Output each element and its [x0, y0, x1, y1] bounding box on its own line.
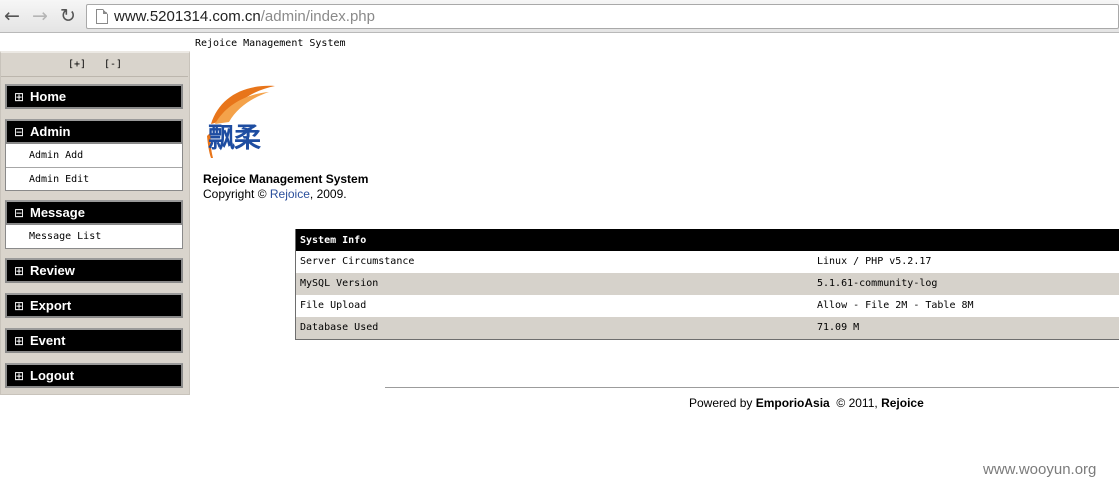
url-text[interactable]: www.5201314.com.cn/admin/index.php	[114, 8, 375, 26]
collapse-all-link[interactable]: [-]	[104, 59, 122, 70]
table-row: File Upload Allow - File 2M - Table 8M	[296, 295, 1119, 317]
url-path: /admin/index.php	[260, 8, 375, 25]
menu-export-label: Export	[30, 298, 72, 313]
table-row: MySQL Version 5.1.61-community-log	[296, 273, 1119, 295]
table-row: Database Used 71.09 M	[296, 317, 1119, 339]
menu-message[interactable]: ⊟ Message	[5, 200, 183, 225]
system-name: Rejoice Management System	[203, 172, 369, 186]
menu-message-label: Message	[30, 205, 85, 220]
footer-divider	[385, 387, 1119, 388]
copyright-suffix: , 2009.	[309, 187, 347, 201]
menu-export[interactable]: ⊞ Export	[5, 293, 183, 318]
expand-icon: ⊞	[14, 369, 25, 383]
collapse-icon: ⊟	[14, 206, 25, 220]
menu-admin-label: Admin	[30, 124, 71, 139]
message-submenu: Message List	[5, 225, 183, 249]
logo-text: 飘柔	[208, 123, 261, 154]
menu-event-label: Event	[30, 333, 66, 348]
menu-item-admin-edit[interactable]: Admin Edit	[6, 167, 182, 190]
menu-item-admin-add[interactable]: Admin Add	[6, 144, 182, 167]
row-label: File Upload	[300, 300, 367, 311]
row-value: 71.09 M	[817, 322, 860, 333]
footer-text: Powered by EmporioAsia © 2011, Rejoice	[689, 396, 924, 410]
copyright-prefix: Copyright ©	[203, 187, 270, 201]
menu-logout-label: Logout	[30, 368, 75, 383]
sidebar-menu: [+] [-] ⊞ Home ⊟ Admin Admin Add Admin E…	[0, 51, 190, 395]
expand-icon: ⊞	[14, 334, 25, 348]
browser-toolbar: ← → ↻ www.5201314.com.cn/admin/index.php	[0, 0, 1119, 33]
system-info-table: System Info Server Circumstance Linux / …	[295, 229, 1119, 340]
row-label: MySQL Version	[300, 278, 379, 289]
footer-company: EmporioAsia	[755, 396, 830, 410]
system-info-title: System Info	[296, 229, 1119, 251]
menu-admin[interactable]: ⊟ Admin	[5, 119, 183, 144]
menu-review[interactable]: ⊞ Review	[5, 258, 183, 283]
menu-logout[interactable]: ⊞ Logout	[5, 363, 183, 388]
expand-all-link[interactable]: [+]	[68, 59, 86, 70]
menu-item-message-list[interactable]: Message List	[6, 225, 182, 248]
row-value: Allow - File 2M - Table 8M	[817, 300, 974, 311]
footer-year: © 2011,	[836, 396, 878, 410]
row-value: Linux / PHP v5.2.17	[817, 256, 932, 267]
expand-icon: ⊞	[14, 299, 25, 313]
expand-icon: ⊞	[14, 264, 25, 278]
copyright-owner-link[interactable]: Rejoice	[270, 187, 310, 201]
admin-submenu: Admin Add Admin Edit	[5, 144, 183, 191]
page-icon	[96, 9, 108, 24]
address-bar[interactable]: www.5201314.com.cn/admin/index.php	[86, 4, 1119, 29]
footer-powered-by: Powered by	[689, 396, 756, 410]
watermark: www.wooyun.org	[983, 461, 1097, 478]
menu-toggle-bar: [+] [-]	[1, 53, 188, 77]
expand-icon: ⊞	[14, 90, 25, 104]
menu-home-label: Home	[30, 89, 67, 104]
menu-event[interactable]: ⊞ Event	[5, 328, 183, 353]
footer-brand: Rejoice	[881, 396, 924, 410]
row-label: Server Circumstance	[300, 256, 415, 267]
rejoice-logo: 飘柔	[203, 80, 285, 160]
url-host: www.5201314.com.cn	[114, 8, 261, 25]
back-arrow-icon[interactable]: ←	[1, 5, 23, 27]
row-label: Database Used	[300, 322, 379, 333]
collapse-icon: ⊟	[14, 125, 25, 139]
menu-review-label: Review	[30, 263, 75, 278]
menu-home[interactable]: ⊞ Home	[5, 84, 183, 109]
table-row: Server Circumstance Linux / PHP v5.2.17	[296, 251, 1119, 273]
forward-arrow-icon[interactable]: →	[29, 5, 51, 27]
row-value: 5.1.61-community-log	[817, 278, 938, 289]
page-top-title: Rejoice Management System	[195, 38, 346, 49]
reload-icon[interactable]: ↻	[57, 5, 79, 27]
copyright-text: Copyright © Rejoice, 2009.	[203, 187, 347, 201]
